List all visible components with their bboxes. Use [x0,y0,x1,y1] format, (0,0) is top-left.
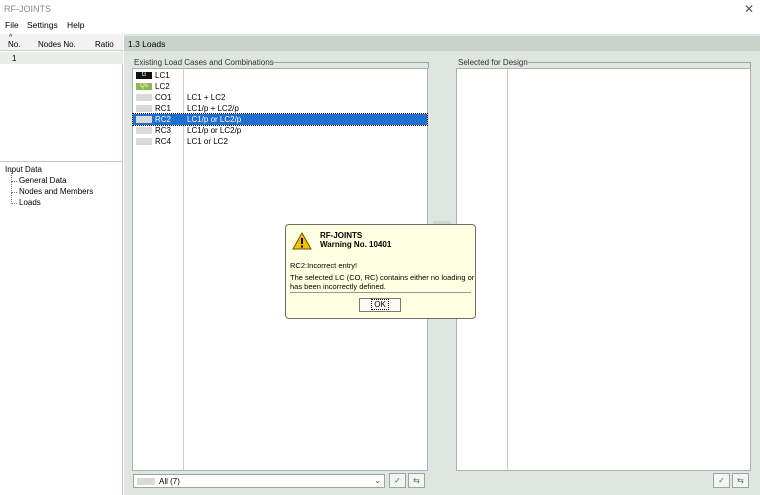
color-swatch [137,478,155,485]
load-id: RC1 [155,104,172,113]
section-header: 1.3 Loads [124,36,760,51]
select-all-icon[interactable]: ✓ [389,473,406,488]
tree-item-general-data[interactable]: General Data [5,171,93,187]
chevron-down-icon: ⌄ [374,476,381,485]
load-id: CO1 [155,93,172,102]
section-title: 1.3 Loads [128,39,166,49]
ok-button[interactable]: OK [359,298,401,312]
title-bar: RF-JOINTS ✕ [0,0,760,18]
selected-for-design-label: Selected for Design [458,58,528,67]
load-type-badge [136,138,152,145]
load-filter-value: All (7) [159,477,180,486]
load-description: LC1 or LC2 [187,137,228,146]
list-item[interactable]: RC1 LC1/p + LC2/p [133,103,427,114]
list-item[interactable]: G LC1 [133,70,427,81]
load-id: RC2 [155,115,172,124]
list-item[interactable]: RC2 LC1/p or LC2/p [132,113,428,126]
menu-file[interactable]: File [5,20,19,30]
load-type-badge [136,127,152,134]
load-description: LC1 + LC2 [187,93,226,102]
load-id: RC3 [155,126,172,135]
dialog-message-line: RC2:Incorrect entry! [290,261,358,270]
load-type-badge: G [136,72,152,79]
menu-settings[interactable]: Settings [27,20,58,30]
column-ratio[interactable]: Ratio [95,40,114,49]
divider [0,161,123,162]
list-item[interactable]: RC4 LC1 or LC2 [133,136,427,147]
warning-icon [292,232,312,250]
dialog-message-line: The selected LC (CO, RC) contains either… [290,273,475,282]
load-filter-dropdown[interactable]: All (7) ⌄ [133,474,385,488]
navigator-pane: ^ No. Nodes No. Ratio 1 Input Data Gener… [0,34,123,495]
menu-help[interactable]: Help [67,20,84,30]
close-icon[interactable]: ✕ [744,2,754,16]
window-title: RF-JOINTS [4,4,51,14]
tree-item-nodes-and-members[interactable]: Nodes and Members [5,182,93,198]
dialog-message-line: has been incorrectly defined. [290,282,386,291]
load-id: RC4 [155,137,172,146]
load-type-badge: Qs [136,83,152,90]
load-type-badge [136,94,152,101]
list-item[interactable]: CO1 LC1 + LC2 [133,92,427,103]
results-table-header: ^ No. Nodes No. Ratio [0,34,123,51]
table-row[interactable]: 1 [0,52,123,64]
dialog-warning-number: Warning No. 10401 [320,240,392,249]
menu-bar: File Settings Help [0,18,760,32]
existing-loads-label: Existing Load Cases and Combinations [134,58,274,67]
load-description: LC1/p or LC2/p [187,115,242,124]
ok-label: OK [371,299,389,310]
selected-for-design-list[interactable] [456,68,751,471]
load-description: LC1/p + LC2/p [187,104,239,113]
list-item[interactable]: Qs LC2 [133,81,427,92]
row-number: 1 [12,54,17,63]
column-divider [507,69,508,470]
load-description: LC1/p or LC2/p [187,126,242,135]
load-type-badge [136,105,152,112]
load-id: LC1 [155,71,170,80]
load-type-badge [136,116,152,123]
select-all-icon[interactable]: ✓ [713,473,730,488]
warning-dialog: RF-JOINTS Warning No. 10401 RC2:Incorrec… [285,224,476,319]
select-pick-icon[interactable]: ⇆ [408,473,425,488]
divider [290,292,471,293]
dialog-title: RF-JOINTS [320,231,363,240]
column-nodes-no[interactable]: Nodes No. [38,40,76,49]
list-item[interactable]: RC3 LC1/p or LC2/p [133,125,427,136]
dialog-message: RC2:Incorrect entry! The selected LC (CO… [290,261,474,291]
select-pick-icon[interactable]: ⇆ [732,473,749,488]
load-id: LC2 [155,82,170,91]
tree-item-loads[interactable]: Loads [5,193,93,209]
column-no[interactable]: No. [8,40,20,49]
navigator-tree: Input Data General Data Nodes and Member… [5,165,93,209]
tree-root-input-data[interactable]: Input Data [5,165,93,176]
